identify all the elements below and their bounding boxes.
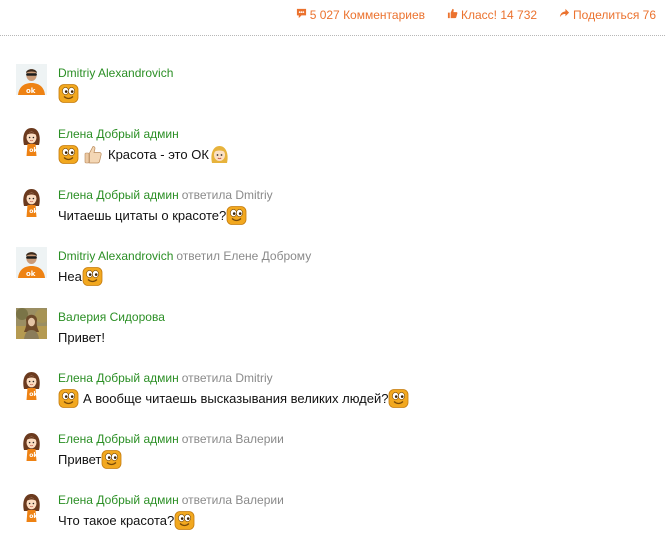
- comment-text: Неа: [58, 265, 103, 287]
- girl-emoji: [209, 144, 230, 165]
- reply-to-label: ответила Валерии: [181, 493, 284, 507]
- comment-meta: Елена Добрый админ ответила Валерии: [58, 493, 284, 507]
- comment-text: Привет!: [58, 326, 105, 348]
- avatar[interactable]: [16, 308, 47, 339]
- comment-meta: Елена Добрый админ ответила Dmitriy: [58, 188, 273, 202]
- comment-text: А вообще читаешь высказывания великих лю…: [58, 387, 409, 409]
- thumbs-up-icon: [447, 8, 458, 22]
- comments-count-link[interactable]: 5 027 Комментариев: [296, 8, 425, 22]
- comment-message: Что такое красота?: [58, 512, 175, 528]
- comments-count-label: 5 027 Комментариев: [309, 8, 425, 22]
- comment-item: Dmitriy Alexandrovich ответил Елене Добро…: [0, 245, 665, 306]
- avatar[interactable]: [16, 491, 47, 522]
- smile-emoji: [226, 205, 247, 226]
- action-bar: 5 027 Комментариев Класс! 14 732 Поделит…: [296, 8, 656, 22]
- smile-emoji: [174, 510, 195, 531]
- comment-item: Dmitriy Alexandrovich: [0, 62, 665, 123]
- comments-toolbar: 5 027 Комментариев Класс! 14 732 Поделит…: [0, 0, 665, 32]
- avatar[interactable]: [16, 64, 47, 95]
- comment-text: [58, 82, 79, 104]
- comment-meta: Dmitriy Alexandrovich ответил Елене Добро…: [58, 249, 311, 263]
- thumbs-up-emoji: [83, 144, 104, 165]
- share-count-label: Поделиться 76: [573, 8, 656, 22]
- comment-item: Елена Добрый админ ответила Dmitriy А вооб…: [0, 367, 665, 428]
- author-link[interactable]: Елена Добрый админ: [58, 493, 179, 507]
- reply-to-label: ответил Елене Доброму: [176, 249, 312, 263]
- author-link[interactable]: Валерия Сидорова: [58, 310, 165, 324]
- author-link[interactable]: Елена Добрый админ: [58, 188, 179, 202]
- share-arrow-icon: [559, 8, 570, 22]
- comment-meta: Валерия Сидорова: [58, 310, 165, 324]
- comment-text: Красота - это ОК: [58, 143, 230, 165]
- author-link[interactable]: Елена Добрый админ: [58, 371, 179, 385]
- author-link[interactable]: Елена Добрый админ: [58, 432, 179, 446]
- smile-emoji: [101, 449, 122, 470]
- comment-message: Привет: [58, 451, 102, 467]
- reply-to-label: ответила Dmitriy: [181, 188, 273, 202]
- comment-text: Привет: [58, 448, 122, 470]
- class-button[interactable]: Класс! 14 732: [447, 8, 537, 22]
- comment-message: Привет!: [58, 329, 105, 345]
- comment-text: Читаешь цитаты о красоте?: [58, 204, 247, 226]
- comment-item: Елена Добрый админ Красота - это ОК: [0, 123, 665, 184]
- speech-bubble-icon: [296, 8, 307, 22]
- comment-item: Валерия Сидорова Привет!: [0, 306, 665, 367]
- avatar[interactable]: [16, 369, 47, 400]
- reply-to-label: ответила Валерии: [181, 432, 284, 446]
- avatar[interactable]: [16, 186, 47, 217]
- comment-message: Неа: [58, 268, 82, 284]
- author-link[interactable]: Елена Добрый админ: [58, 127, 179, 141]
- avatar[interactable]: [16, 125, 47, 156]
- comment-text: Что такое красота?: [58, 509, 195, 531]
- smile-emoji: [58, 388, 79, 409]
- avatar[interactable]: [16, 430, 47, 461]
- comment-meta: Елена Добрый админ: [58, 127, 179, 141]
- comment-item: Елена Добрый админ ответила Dmitriy Читаеш…: [0, 184, 665, 245]
- comment-meta: Елена Добрый админ ответила Валерии: [58, 432, 284, 446]
- smile-emoji: [82, 266, 103, 287]
- author-link[interactable]: Dmitriy Alexandrovich: [58, 249, 173, 263]
- divider: [0, 35, 665, 36]
- class-count-label: Класс! 14 732: [461, 8, 538, 22]
- comment-message: Читаешь цитаты о красоте?: [58, 207, 227, 223]
- comment-list: Dmitriy Alexandrovich Елена Добрый админ К…: [0, 62, 665, 550]
- avatar[interactable]: [16, 247, 47, 278]
- author-link[interactable]: Dmitriy Alexandrovich: [58, 66, 173, 80]
- comment-item: Елена Добрый админ ответила Валерии Привет: [0, 428, 665, 489]
- comment-meta: Dmitriy Alexandrovich: [58, 66, 173, 80]
- comment-meta: Елена Добрый админ ответила Dmitriy: [58, 371, 273, 385]
- reply-to-label: ответила Dmitriy: [181, 371, 273, 385]
- comment-item: Елена Добрый админ ответила Валерии Что та…: [0, 489, 665, 550]
- comment-message: А вообще читаешь высказывания великих лю…: [83, 390, 389, 406]
- smile-emoji: [388, 388, 409, 409]
- smile-emoji: [58, 144, 79, 165]
- share-button[interactable]: Поделиться 76: [559, 8, 656, 22]
- comment-message: Красота - это ОК: [108, 146, 209, 162]
- smile-emoji: [58, 83, 79, 104]
